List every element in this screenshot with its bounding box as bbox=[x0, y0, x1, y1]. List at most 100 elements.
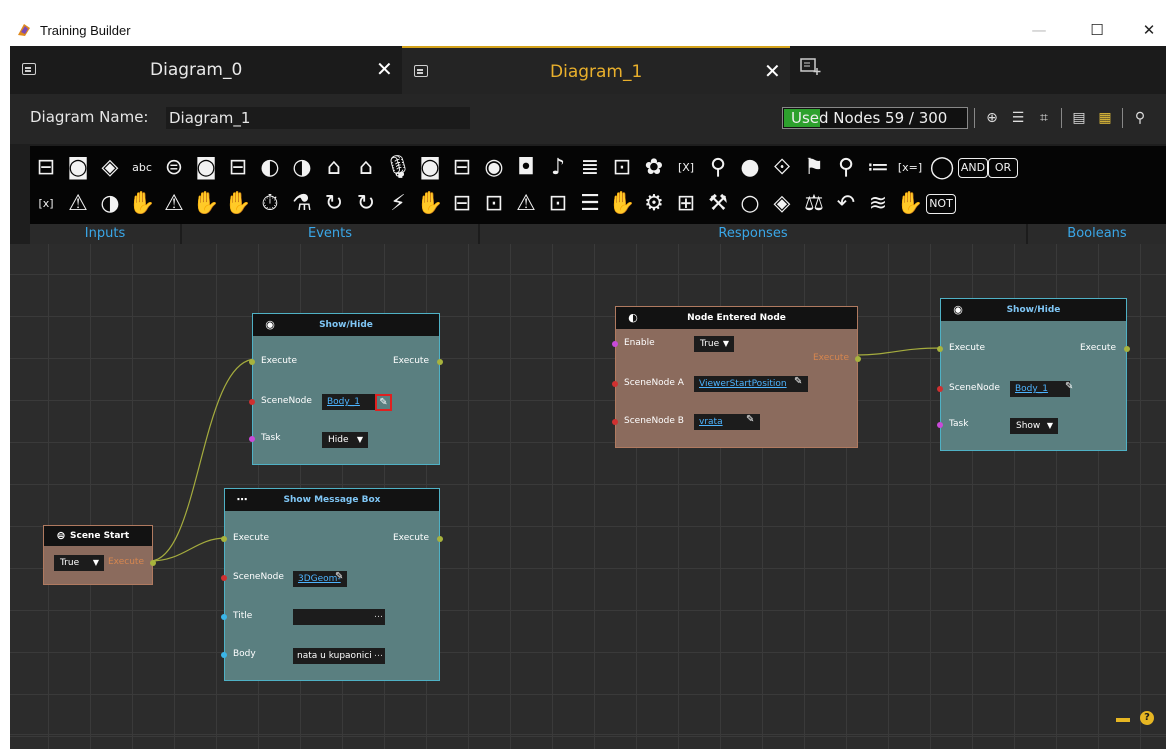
variable-icon[interactable]: ⌗ bbox=[1035, 109, 1053, 127]
section-responses[interactable]: Responses bbox=[480, 224, 1026, 244]
palette-node-icon[interactable]: [x=] bbox=[894, 152, 926, 184]
palette-node-icon[interactable]: ⚑ bbox=[798, 152, 830, 184]
fit-view-icon[interactable]: ⊕ bbox=[983, 109, 1001, 127]
palette-node-icon[interactable]: ⊞ bbox=[670, 188, 702, 220]
palette-node-icon[interactable]: ◉ bbox=[478, 152, 510, 184]
search-icon[interactable]: ⚲ bbox=[1131, 109, 1149, 127]
palette-node-icon[interactable]: ◘ bbox=[510, 152, 542, 184]
palette-node-icon[interactable]: ✋ bbox=[222, 188, 254, 220]
scenenode-link[interactable]: Body_1 bbox=[1010, 381, 1070, 397]
task-pin[interactable] bbox=[249, 436, 255, 442]
palette-node-icon[interactable]: ⌂ bbox=[318, 152, 350, 184]
execute-in-pin[interactable] bbox=[249, 359, 255, 365]
more-icon[interactable]: … bbox=[374, 607, 383, 623]
section-booleans[interactable]: Booleans bbox=[1028, 224, 1166, 244]
scenenode-link[interactable]: Body_1 bbox=[322, 394, 376, 410]
palette-node-icon[interactable]: 🎙 bbox=[382, 152, 414, 184]
minimize-button[interactable]: — bbox=[1016, 14, 1062, 46]
scenenode-a-link[interactable]: ViewerStartPosition bbox=[694, 376, 808, 392]
diagram-name-input[interactable]: Diagram_1 bbox=[166, 107, 470, 129]
section-events[interactable]: Events bbox=[182, 224, 478, 244]
palette-node-icon[interactable]: ↻ bbox=[350, 188, 382, 220]
palette-node-icon[interactable]: ✿ bbox=[638, 152, 670, 184]
execute-in-pin[interactable] bbox=[937, 346, 943, 352]
scene-start-dropdown[interactable]: True ▼ bbox=[54, 555, 104, 571]
tab-diagram-1[interactable]: Diagram_1 ✕ bbox=[402, 46, 790, 94]
palette-node-icon[interactable]: ✋ bbox=[606, 188, 638, 220]
help-button[interactable]: ? bbox=[1140, 711, 1154, 725]
palette-node-icon[interactable]: ◐ bbox=[254, 152, 286, 184]
palette-node-icon[interactable]: [x] bbox=[30, 188, 62, 220]
task-dropdown[interactable]: Hide ▼ bbox=[322, 432, 368, 448]
scenenode-a-pin[interactable] bbox=[612, 381, 618, 387]
node-scene-start[interactable]: ⊜ Scene Start True ▼ Execute bbox=[43, 525, 156, 585]
palette-node-icon[interactable]: ≣ bbox=[574, 152, 606, 184]
zoom-out-button[interactable] bbox=[1116, 718, 1130, 722]
palette-node-icon[interactable]: ≔ bbox=[862, 152, 894, 184]
edit-link-icon[interactable]: ✎ bbox=[375, 394, 392, 411]
node-show-hide[interactable]: ◉ Show/Hide Execute Execute SceneNode Bod… bbox=[937, 298, 1130, 451]
add-tab-icon[interactable] bbox=[800, 58, 822, 76]
scenenode-b-pin[interactable] bbox=[612, 419, 618, 425]
palette-node-icon[interactable]: OR bbox=[988, 158, 1018, 178]
scenenode-pin[interactable] bbox=[937, 386, 943, 392]
palette-node-icon[interactable]: ◈ bbox=[766, 188, 798, 220]
section-inputs[interactable]: Inputs bbox=[30, 224, 180, 244]
palette-node-icon[interactable]: ○ bbox=[734, 188, 766, 220]
palette-node-icon[interactable]: ⊟ bbox=[222, 152, 254, 184]
palette-node-icon[interactable]: ⚗ bbox=[286, 188, 318, 220]
palette-node-icon[interactable]: ✋ bbox=[414, 188, 446, 220]
execute-out-pin[interactable] bbox=[1124, 346, 1130, 352]
palette-node-icon[interactable]: NOT bbox=[926, 194, 956, 214]
palette-node-icon[interactable]: ● bbox=[734, 152, 766, 184]
edit-link-icon[interactable]: ✎ bbox=[746, 414, 754, 425]
clipboard-icon[interactable]: ▤ bbox=[1070, 109, 1088, 127]
close-window-button[interactable]: ✕ bbox=[1126, 14, 1166, 46]
scenenode-pin[interactable] bbox=[221, 575, 227, 581]
palette-node-icon[interactable]: ◈ bbox=[94, 152, 126, 184]
palette-node-icon[interactable]: ♪ bbox=[542, 152, 574, 184]
task-pin[interactable] bbox=[937, 422, 943, 428]
palette-node-icon[interactable]: ⌂ bbox=[350, 152, 382, 184]
enable-pin[interactable] bbox=[612, 341, 618, 347]
palette-node-icon[interactable]: ≋ bbox=[862, 188, 894, 220]
execute-out-pin[interactable] bbox=[855, 356, 861, 362]
grid-icon[interactable]: ▦ bbox=[1096, 109, 1114, 127]
palette-node-icon[interactable]: ◯ bbox=[926, 152, 958, 184]
palette-node-icon[interactable]: ⚠ bbox=[510, 188, 542, 220]
palette-node-icon[interactable]: ⊡ bbox=[542, 188, 574, 220]
palette-node-icon[interactable]: ◑ bbox=[94, 188, 126, 220]
node-node-entered-node[interactable]: ◐ Node Entered Node Enable True ▼ Execute … bbox=[612, 306, 861, 448]
body-pin[interactable] bbox=[221, 652, 227, 658]
tab-close-button[interactable]: ✕ bbox=[764, 59, 781, 83]
palette-node-icon[interactable]: AND bbox=[958, 158, 988, 178]
execute-out-pin[interactable] bbox=[150, 560, 156, 566]
task-dropdown[interactable]: Show ▼ bbox=[1010, 418, 1058, 434]
edit-link-icon[interactable]: ✎ bbox=[794, 376, 802, 387]
tab-diagram-0[interactable]: Diagram_0 ✕ bbox=[10, 46, 402, 94]
enable-dropdown[interactable]: True ▼ bbox=[694, 336, 734, 352]
palette-node-icon[interactable]: ⚡ bbox=[382, 188, 414, 220]
palette-node-icon[interactable]: [X] bbox=[670, 152, 702, 184]
palette-node-icon[interactable]: ⊟ bbox=[30, 152, 62, 184]
title-field[interactable]: … bbox=[293, 609, 385, 625]
palette-node-icon[interactable]: ⏱ bbox=[254, 188, 286, 220]
palette-node-icon[interactable]: ◙ bbox=[190, 152, 222, 184]
palette-node-icon[interactable]: ✋ bbox=[190, 188, 222, 220]
palette-node-icon[interactable]: ✋ bbox=[126, 188, 158, 220]
palette-node-icon[interactable]: ⊟ bbox=[446, 152, 478, 184]
palette-node-icon[interactable]: ⚠ bbox=[158, 188, 190, 220]
palette-node-icon[interactable]: ⟐ bbox=[766, 152, 798, 184]
node-show-hide[interactable]: ◉ Show/Hide Execute Execute SceneNode Bod… bbox=[249, 313, 443, 465]
palette-node-icon[interactable]: ⚲ bbox=[830, 152, 862, 184]
palette-node-icon[interactable]: ◙ bbox=[62, 152, 94, 184]
palette-node-icon[interactable]: ⚲ bbox=[702, 152, 734, 184]
maximize-button[interactable]: ☐ bbox=[1074, 14, 1120, 46]
tab-close-button[interactable]: ✕ bbox=[376, 57, 393, 81]
more-icon[interactable]: … bbox=[374, 646, 383, 662]
palette-node-icon[interactable]: ↶ bbox=[830, 188, 862, 220]
palette-node-icon[interactable]: abc bbox=[126, 152, 158, 184]
palette-node-icon[interactable]: ⊡ bbox=[606, 152, 638, 184]
edit-link-icon[interactable]: ✎ bbox=[1065, 381, 1073, 392]
palette-node-icon[interactable]: ⚠ bbox=[62, 188, 94, 220]
